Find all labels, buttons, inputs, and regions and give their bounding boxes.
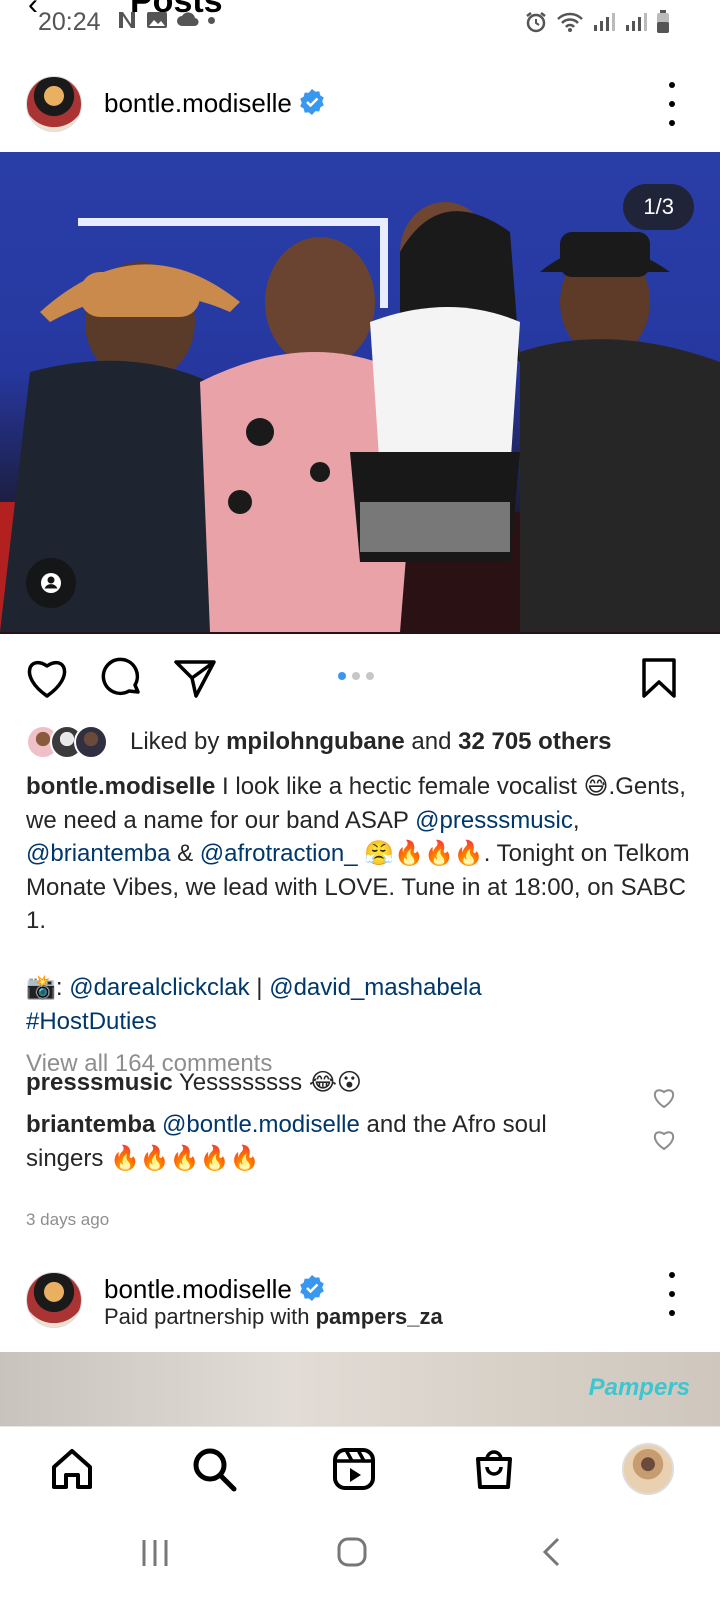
liker-avatars	[26, 725, 116, 759]
more-options-icon[interactable]	[666, 1272, 678, 1316]
carousel-indicator	[338, 672, 374, 680]
shop-icon[interactable]	[470, 1445, 518, 1493]
likes-row[interactable]: Liked by mpilohngubane and 32 705 others	[26, 724, 612, 760]
back-button-icon[interactable]	[540, 1536, 564, 1568]
like-heart-icon[interactable]	[24, 656, 70, 700]
gallery-icon	[147, 12, 167, 28]
system-navigation-bar	[0, 1510, 720, 1600]
hashtag-link[interactable]: #HostDuties	[26, 1008, 157, 1035]
search-icon[interactable]	[190, 1445, 238, 1493]
status-bar: ‹ Posts 20:24	[0, 0, 720, 44]
post-header: bontle.modiselle	[0, 64, 720, 144]
post-header: bontle.modiselle Paid partnership with p…	[0, 1260, 720, 1352]
partner-link[interactable]: pampers_za	[316, 1304, 443, 1329]
likes-text: Liked by mpilohngubane and 32 705 others	[130, 728, 612, 755]
mention-link[interactable]: @briantemba	[26, 840, 170, 867]
netflix-icon	[119, 12, 135, 28]
mention-link[interactable]: @afrotraction_	[200, 840, 358, 867]
image-counter: 1/3	[623, 184, 694, 230]
battery-icon	[657, 10, 669, 33]
mention-link[interactable]: @david_mashabela	[269, 974, 482, 1001]
notification-icons	[116, 10, 215, 30]
mention-link[interactable]: @darealclickclak	[69, 974, 249, 1001]
carousel-dot-active	[338, 672, 346, 680]
verified-icon	[300, 89, 324, 115]
comment-icon[interactable]	[100, 656, 144, 700]
dot-icon	[208, 16, 215, 24]
post-caption: bontle.modiselle I look like a hectic fe…	[26, 773, 690, 1035]
recent-apps-icon[interactable]	[140, 1538, 170, 1568]
status-time: 20:24	[38, 8, 101, 36]
home-icon[interactable]	[48, 1445, 96, 1493]
post-username[interactable]: bontle.modiselle	[104, 1274, 292, 1305]
avatar[interactable]	[26, 76, 82, 132]
carousel-dot	[352, 672, 360, 680]
profile-avatar[interactable]	[622, 1443, 674, 1495]
comment-item: briantemba @bontle.modiselle and the Afr…	[26, 1111, 547, 1172]
mention-link[interactable]: @bontle.modiselle	[162, 1111, 360, 1138]
post-actions	[0, 650, 720, 706]
signal-icon	[594, 13, 615, 31]
avatar[interactable]	[26, 1272, 82, 1328]
comment-like-heart-icon[interactable]	[652, 1129, 676, 1151]
post-username[interactable]: bontle.modiselle	[104, 88, 292, 119]
mention-link[interactable]: @presssmusic	[415, 807, 573, 834]
tagged-users-button[interactable]	[26, 558, 76, 608]
paid-partnership-label: Paid partnership with pampers_za	[104, 1304, 443, 1329]
caption-author[interactable]: bontle.modiselle	[26, 773, 215, 800]
verified-icon	[300, 1275, 324, 1301]
back-arrow-icon[interactable]: ‹	[28, 0, 38, 22]
post-image[interactable]: Pampers	[0, 1352, 720, 1426]
post-image[interactable]: 1/3	[0, 152, 720, 634]
pampers-logo: Pampers	[588, 1374, 690, 1401]
comment-like-heart-icon[interactable]	[652, 1087, 676, 1109]
home-button-icon[interactable]	[336, 1536, 368, 1568]
wifi-icon	[557, 12, 583, 32]
comment-item: presssmusic Yessssssss 😂😮	[26, 1069, 362, 1096]
system-icons	[524, 10, 670, 34]
cloud-icon	[177, 12, 199, 27]
post-photo-illustration	[0, 202, 720, 634]
reels-icon[interactable]	[330, 1445, 378, 1493]
post-timestamp: 3 days ago	[26, 1210, 110, 1229]
person-icon	[41, 573, 61, 593]
save-bookmark-icon[interactable]	[640, 656, 678, 700]
carousel-dot	[366, 672, 374, 680]
comment-author[interactable]: presssmusic	[26, 1069, 173, 1096]
avatar	[74, 725, 108, 759]
alarm-icon	[526, 12, 546, 33]
more-options-icon[interactable]	[666, 82, 678, 126]
bottom-navigation	[0, 1426, 720, 1510]
share-icon[interactable]	[172, 656, 218, 700]
comment-author[interactable]: briantemba	[26, 1111, 155, 1138]
signal-icon-2	[626, 13, 647, 31]
